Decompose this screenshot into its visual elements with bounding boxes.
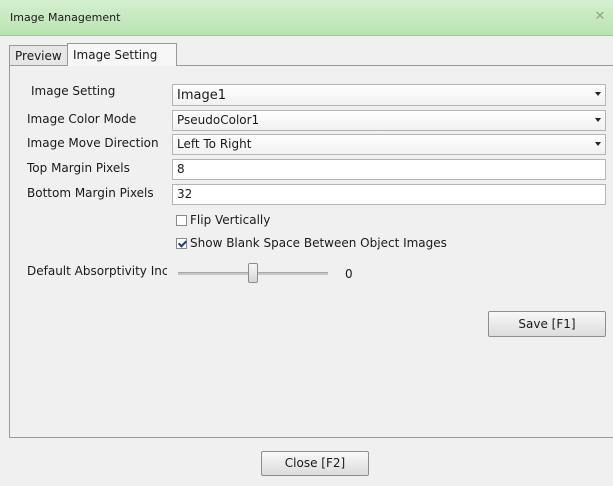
show-blank-space-label: Show Blank Space Between Object Images: [190, 236, 447, 250]
color-mode-select[interactable]: PseudoColor1: [172, 110, 606, 131]
move-direction-value: Left To Right: [177, 137, 252, 151]
checkbox-checked-icon: [176, 237, 187, 249]
checkbox-icon: [176, 214, 187, 226]
bottom-margin-field[interactable]: 32: [172, 184, 606, 205]
color-mode-label: Image Color Mode: [27, 112, 137, 126]
chevron-down-icon: [595, 92, 601, 96]
slider-thumb[interactable]: [248, 263, 258, 283]
window-title: Image Management: [10, 11, 121, 24]
show-blank-space-checkbox[interactable]: Show Blank Space Between Object Images: [176, 236, 447, 250]
flip-vertically-label: Flip Vertically: [190, 213, 271, 227]
absorptivity-slider[interactable]: [178, 262, 328, 284]
top-margin-label: Top Margin Pixels: [27, 161, 130, 175]
top-margin-field[interactable]: 8: [172, 159, 606, 180]
image-setting-select[interactable]: Image1: [172, 84, 606, 106]
move-direction-select[interactable]: Left To Right: [172, 134, 606, 155]
close-button[interactable]: Close [F2]: [261, 451, 369, 476]
flip-vertically-checkbox[interactable]: Flip Vertically: [176, 213, 270, 227]
color-mode-value: PseudoColor1: [177, 113, 260, 127]
image-setting-label: Image Setting: [31, 84, 116, 98]
top-margin-value: 8: [177, 162, 185, 176]
bottom-margin-value: 32: [177, 187, 193, 201]
close-icon[interactable]: ✕: [591, 8, 609, 26]
tab-preview[interactable]: Preview: [9, 45, 68, 66]
absorptivity-value: 0: [345, 267, 353, 281]
tab-image-setting[interactable]: Image Setting: [67, 43, 177, 66]
image-setting-value: Image1: [177, 88, 226, 103]
bottom-margin-label: Bottom Margin Pixels: [27, 186, 154, 200]
chevron-down-icon: [595, 142, 601, 146]
move-direction-label: Image Move Direction: [27, 136, 159, 150]
title-bar: Image Management ✕: [0, 0, 613, 36]
absorptivity-label: Default Absorptivity Inc: [27, 264, 167, 278]
save-button[interactable]: Save [F1]: [488, 311, 606, 337]
chevron-down-icon: [595, 118, 601, 122]
